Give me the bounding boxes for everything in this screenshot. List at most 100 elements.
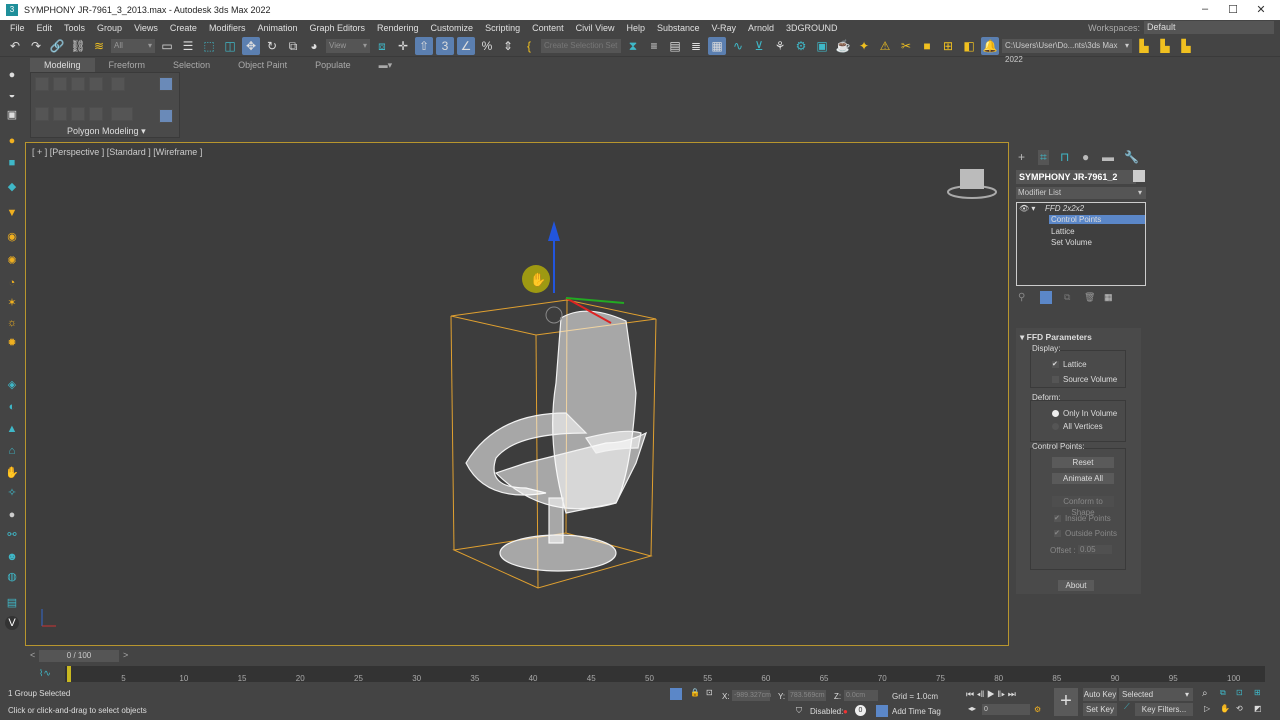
menu-views[interactable]: Views [134, 23, 158, 33]
sky-icon[interactable]: ◔ [5, 276, 19, 290]
spinner-snap-icon[interactable]: ⇕ [499, 37, 517, 55]
light-icon[interactable]: ● [5, 134, 19, 148]
key-filters-button[interactable]: Key Filters... [1135, 703, 1193, 716]
curve-editor-mini-icon[interactable]: ⌇∿ [39, 668, 51, 679]
inside-points-checkbox[interactable]: ✔ Inside Points [1054, 514, 1111, 523]
hierarchy-tab-icon[interactable]: ⊓ [1060, 150, 1069, 164]
project-open-icon[interactable]: ▙ [1177, 37, 1195, 55]
menu-rendering[interactable]: Rendering [377, 23, 419, 33]
keyboard-shortcut-icon[interactable]: ⇧ [415, 37, 433, 55]
modify-tab-icon[interactable]: ⌗ [1038, 150, 1049, 165]
minimize-button[interactable]: – [1195, 3, 1215, 15]
menu-vray[interactable]: V-Ray [712, 23, 737, 33]
link-icon[interactable]: 🔗 [48, 37, 66, 55]
conform-to-shape-button[interactable]: Conform to Shape [1052, 496, 1114, 517]
ribbon-tool[interactable] [71, 107, 85, 121]
menu-substance[interactable]: Substance [657, 23, 700, 33]
ik-icon[interactable]: ✋ [5, 466, 19, 480]
fov-icon[interactable]: ▷ [1204, 704, 1210, 713]
move-gizmo[interactable] [545, 221, 625, 324]
adaptive-degradation-icon[interactable]: ⛉ [796, 706, 802, 716]
ribbon-tool[interactable] [53, 77, 67, 91]
ribbon-tool-active[interactable] [159, 109, 173, 123]
lattice-checkbox[interactable]: ✔ Lattice [1052, 360, 1087, 369]
daylight-icon[interactable]: ☼ [5, 316, 19, 330]
tab-freeform[interactable]: Freeform [95, 58, 160, 72]
selection-set-input[interactable]: Create Selection Set [541, 39, 621, 53]
workspaces-dropdown[interactable]: Default [1144, 21, 1274, 34]
teapot-icon[interactable]: ● [5, 68, 19, 82]
set-key-button[interactable]: Set Key [1083, 703, 1117, 716]
add-time-tag[interactable]: Add Time Tag [892, 707, 941, 716]
notification-bell-icon[interactable]: 🔔 [981, 37, 999, 55]
render-frame-icon[interactable]: ▣ [813, 37, 831, 55]
space-warp-icon[interactable]: ◈ [5, 378, 19, 392]
key-mode-icon[interactable]: ◂▸ [968, 704, 976, 713]
select-by-name-icon[interactable]: ☰ [179, 37, 197, 55]
configure-sets-icon[interactable]: ▦ [1104, 292, 1113, 303]
zoom-all-icon[interactable]: ⧉ [1220, 688, 1226, 698]
menu-arnold[interactable]: Arnold [748, 23, 774, 33]
reset-button[interactable]: Reset [1052, 457, 1114, 468]
ribbon-toggle-icon[interactable]: ▦ [708, 37, 726, 55]
select-manipulate-icon[interactable]: ✛ [394, 37, 412, 55]
pivot-icon[interactable]: ⧈ [373, 37, 391, 55]
absolute-mode-icon[interactable]: ⊡ [706, 688, 713, 697]
ribbon-tool[interactable] [71, 77, 85, 91]
unlink-icon[interactable]: ⛓ [69, 37, 87, 55]
material-editor-icon[interactable]: ⚘ [771, 37, 789, 55]
stack-item-ffd[interactable]: FFD 2x2x2 [1045, 204, 1084, 213]
about-button[interactable]: About [1058, 580, 1094, 591]
box-icon[interactable]: ▣ [5, 108, 19, 122]
x-coordinate-field[interactable]: -989.327cm [732, 690, 771, 701]
percent-snap-icon[interactable]: % [478, 37, 496, 55]
object-name-field[interactable]: SYMPHONY JR-7961_2 [1016, 170, 1136, 184]
menu-animation[interactable]: Animation [257, 23, 297, 33]
time-config-icon[interactable]: ⚙ [1034, 705, 1041, 714]
bind-space-warp-icon[interactable]: ≋ [90, 37, 108, 55]
zoom-icon[interactable]: ⌕ [1202, 688, 1208, 699]
ribbon-tool[interactable] [111, 107, 133, 121]
ribbon-tool[interactable] [89, 107, 103, 121]
time-marker[interactable] [67, 666, 71, 682]
close-button[interactable]: ✕ [1251, 3, 1271, 16]
viewcube-icon[interactable] [947, 169, 997, 199]
angle-snap-icon[interactable]: ∠ [457, 37, 475, 55]
layer-explorer-icon[interactable]: ≣ [687, 37, 705, 55]
ribbon-tool[interactable] [89, 77, 103, 91]
key-tangent-icon[interactable]: ⟋ [1124, 702, 1130, 712]
menu-group[interactable]: Group [97, 23, 122, 33]
menu-3dground[interactable]: 3DGROUND [786, 23, 838, 33]
current-frame-field[interactable]: 0 [982, 704, 1030, 715]
show-end-result-icon[interactable] [1040, 291, 1052, 304]
tab-modeling[interactable]: Modeling [30, 58, 95, 72]
plugin-icon[interactable]: ■ [918, 37, 936, 55]
biped-icon[interactable]: ✧ [5, 486, 19, 500]
project-folder-icon[interactable]: ▙ [1135, 37, 1153, 55]
tab-selection[interactable]: Selection [159, 58, 224, 72]
scissors-icon[interactable]: ✂ [897, 37, 915, 55]
panel-icon[interactable]: ◧ [960, 37, 978, 55]
zoom-extents-icon[interactable]: ⊡ [1236, 688, 1243, 697]
offset-spinner[interactable]: 0.05 [1078, 545, 1112, 554]
zoom-extents-all-icon[interactable]: ⊞ [1254, 688, 1261, 697]
all-vertices-radio[interactable]: All Vertices [1052, 422, 1103, 431]
menu-civil-view[interactable]: Civil View [576, 23, 615, 33]
vray-icon[interactable]: V [5, 616, 19, 630]
scene-explorer-icon[interactable]: ▤ [666, 37, 684, 55]
menu-create[interactable]: Create [170, 23, 197, 33]
project-new-icon[interactable]: ▙ [1156, 37, 1174, 55]
move-icon[interactable]: ✥ [242, 37, 260, 55]
rotate-icon[interactable]: ↻ [263, 37, 281, 55]
mirror-icon[interactable]: ⧗ [624, 37, 642, 55]
ribbon-tool[interactable] [35, 77, 49, 91]
time-tag-icon[interactable] [876, 705, 888, 717]
object-color-swatch[interactable] [1133, 170, 1145, 182]
schematic-view-icon[interactable]: ⊻ [750, 37, 768, 55]
menu-customize[interactable]: Customize [431, 23, 474, 33]
snaps-toggle-icon[interactable]: 3 [436, 37, 454, 55]
align-icon[interactable]: ≡ [645, 37, 663, 55]
project-path-dropdown[interactable]: C:\Users\User\Do...nts\3ds Max 2022 ▾ [1002, 39, 1132, 64]
reference-coord-dropdown[interactable]: View ▾ [326, 39, 370, 53]
menu-file[interactable]: File [10, 23, 25, 33]
